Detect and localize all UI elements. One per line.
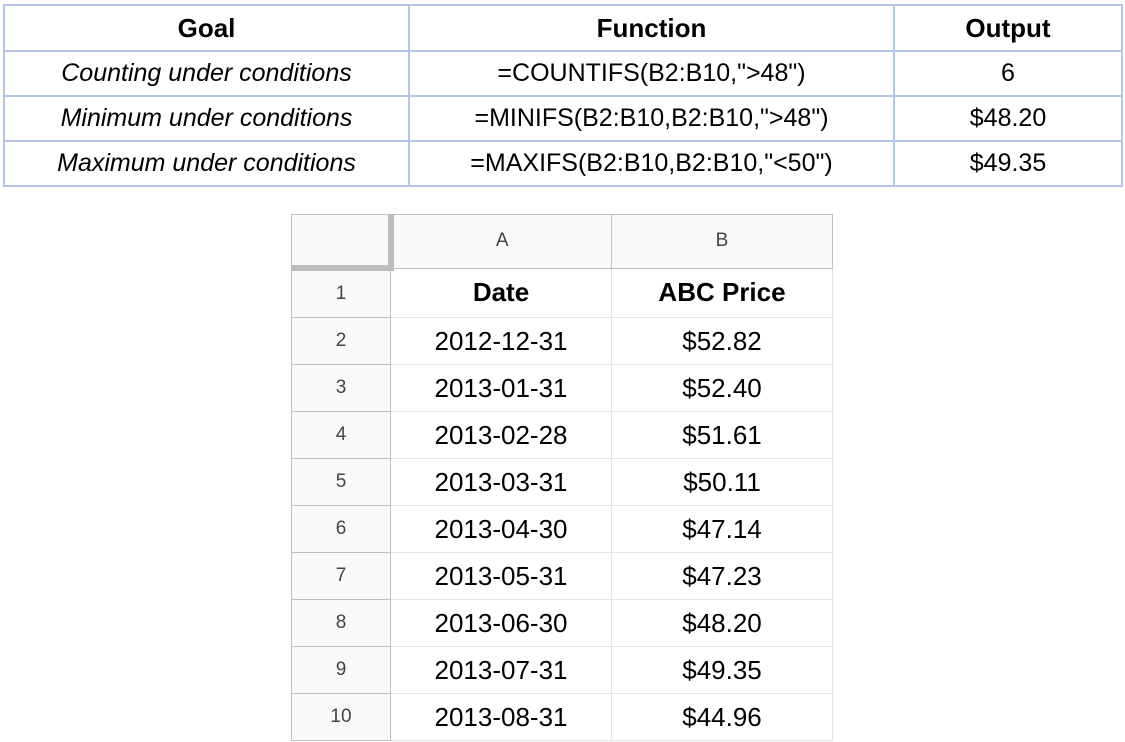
row-header[interactable]: 1 [291, 267, 391, 318]
cell-a2[interactable]: 2012-12-31 [390, 317, 612, 365]
row-header[interactable]: 4 [291, 411, 391, 459]
cell-a9[interactable]: 2013-07-31 [390, 646, 612, 694]
output-cell: $48.20 [893, 95, 1123, 142]
function-summary-table: Goal Function Output Counting under cond… [3, 4, 1123, 187]
row-header[interactable]: 10 [291, 693, 391, 741]
cell-b2[interactable]: $52.82 [611, 317, 833, 365]
cell-b10[interactable]: $44.96 [611, 693, 833, 741]
cell-a3[interactable]: 2013-01-31 [390, 364, 612, 412]
column-header-a[interactable]: A [390, 214, 612, 269]
output-cell: 6 [893, 50, 1123, 97]
row-header[interactable]: 7 [291, 552, 391, 600]
header-output: Output [893, 4, 1123, 52]
sheet-row: 10 2013-08-31 $44.96 [291, 693, 833, 741]
sheet-row: 1 Date ABC Price [291, 267, 833, 318]
select-all-corner[interactable] [291, 214, 394, 271]
spreadsheet-grid[interactable]: A B 1 Date ABC Price 2 2012-12-31 $52.82… [291, 214, 833, 741]
goal-cell: Minimum under conditions [3, 95, 410, 142]
cell-a10[interactable]: 2013-08-31 [390, 693, 612, 741]
function-cell: =MINIFS(B2:B10,B2:B10,">48") [408, 95, 895, 142]
sheet-row: 5 2013-03-31 $50.11 [291, 458, 833, 506]
cell-a1[interactable]: Date [390, 267, 612, 318]
summary-header-row: Goal Function Output [3, 4, 1123, 52]
sheet-row: 9 2013-07-31 $49.35 [291, 646, 833, 694]
summary-row: Maximum under conditions =MAXIFS(B2:B10,… [3, 140, 1123, 187]
row-header[interactable]: 8 [291, 599, 391, 647]
cell-b6[interactable]: $47.14 [611, 505, 833, 553]
function-cell: =COUNTIFS(B2:B10,">48") [408, 50, 895, 97]
sheet-row: 4 2013-02-28 $51.61 [291, 411, 833, 459]
row-header[interactable]: 6 [291, 505, 391, 553]
row-header[interactable]: 2 [291, 317, 391, 365]
cell-b3[interactable]: $52.40 [611, 364, 833, 412]
row-header[interactable]: 3 [291, 364, 391, 412]
column-header-row: A B [291, 214, 833, 271]
row-header[interactable]: 9 [291, 646, 391, 694]
cell-b9[interactable]: $49.35 [611, 646, 833, 694]
cell-b5[interactable]: $50.11 [611, 458, 833, 506]
column-header-b[interactable]: B [611, 214, 833, 269]
cell-a5[interactable]: 2013-03-31 [390, 458, 612, 506]
header-function: Function [408, 4, 895, 52]
sheet-row: 8 2013-06-30 $48.20 [291, 599, 833, 647]
goal-cell: Maximum under conditions [3, 140, 410, 187]
summary-row: Minimum under conditions =MINIFS(B2:B10,… [3, 95, 1123, 142]
summary-row: Counting under conditions =COUNTIFS(B2:B… [3, 50, 1123, 97]
cell-b1[interactable]: ABC Price [611, 267, 833, 318]
goal-cell: Counting under conditions [3, 50, 410, 97]
cell-b4[interactable]: $51.61 [611, 411, 833, 459]
cell-b8[interactable]: $48.20 [611, 599, 833, 647]
row-header[interactable]: 5 [291, 458, 391, 506]
output-cell: $49.35 [893, 140, 1123, 187]
header-goal: Goal [3, 4, 410, 52]
cell-a8[interactable]: 2013-06-30 [390, 599, 612, 647]
sheet-row: 6 2013-04-30 $47.14 [291, 505, 833, 553]
cell-a6[interactable]: 2013-04-30 [390, 505, 612, 553]
function-cell: =MAXIFS(B2:B10,B2:B10,"<50") [408, 140, 895, 187]
sheet-row: 3 2013-01-31 $52.40 [291, 364, 833, 412]
cell-a4[interactable]: 2013-02-28 [390, 411, 612, 459]
sheet-row: 2 2012-12-31 $52.82 [291, 317, 833, 365]
sheet-row: 7 2013-05-31 $47.23 [291, 552, 833, 600]
cell-a7[interactable]: 2013-05-31 [390, 552, 612, 600]
cell-b7[interactable]: $47.23 [611, 552, 833, 600]
